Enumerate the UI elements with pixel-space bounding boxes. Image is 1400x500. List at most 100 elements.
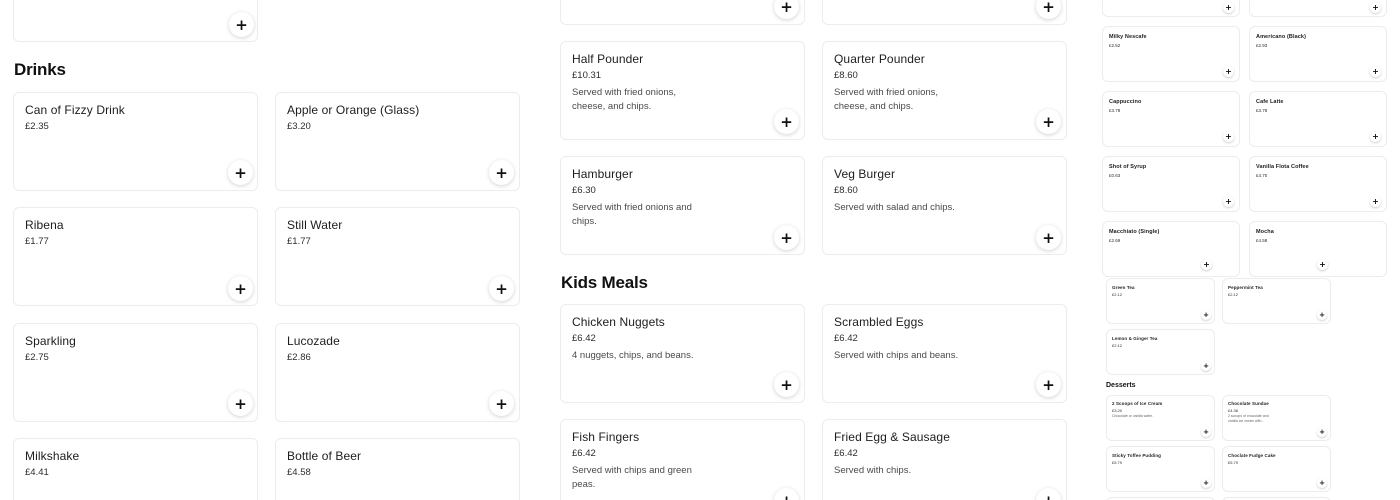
menu-item-card[interactable]: Fried Egg & Sausage £6.42 Served with ch… <box>822 419 1067 500</box>
item-name: Sparkling <box>25 334 76 348</box>
add-to-cart-button[interactable]: + <box>489 160 514 185</box>
menu-item-card-partial[interactable]: + <box>13 0 258 42</box>
menu-item-card[interactable]: Milky Nescafe £2.52 + <box>1102 26 1240 82</box>
item-name: Fried Egg & Sausage <box>834 430 950 444</box>
add-to-cart-button[interactable]: + <box>489 391 514 416</box>
menu-item-card[interactable]: Lemon & Ginger Tea £2.12 + <box>1106 329 1215 375</box>
item-name: Choclate Fudge Cake <box>1228 453 1276 458</box>
add-to-cart-button[interactable]: + <box>1036 0 1061 19</box>
add-to-cart-button[interactable]: + <box>1201 361 1211 371</box>
add-to-cart-button[interactable]: + <box>228 276 253 301</box>
add-to-cart-button[interactable]: + <box>228 160 253 185</box>
item-price: £6.42 <box>572 333 596 344</box>
add-to-cart-button[interactable]: + <box>1317 478 1327 488</box>
menu-item-card[interactable]: Green Tea £2.12 + <box>1106 278 1215 324</box>
menu-item-card[interactable]: Cappuccino £3.78 + <box>1102 91 1240 147</box>
item-description: Served with fried onions, cheese, and chi… <box>572 87 677 112</box>
menu-item-card[interactable]: Hamburger £6.30 Served with fried onions… <box>560 156 805 255</box>
item-price: £3.78 <box>1109 108 1121 113</box>
kids-meals-section-title: Kids Meals <box>561 273 648 292</box>
add-to-cart-button[interactable]: + <box>1223 2 1234 13</box>
add-to-cart-button[interactable]: + <box>1370 196 1381 207</box>
add-to-cart-button[interactable]: + <box>774 372 799 397</box>
menu-item-card[interactable]: Veg Burger £8.60 Served with salad and c… <box>822 156 1067 255</box>
menu-item-card[interactable]: Americano (Black) £2.93 + <box>1249 26 1387 82</box>
drinks-section-title: Drinks <box>14 60 66 79</box>
menu-item-card[interactable]: Apple or Orange (Glass) £3.20 + <box>275 92 520 191</box>
item-price: £3.20 <box>1112 408 1123 413</box>
add-to-cart-button[interactable]: + <box>1317 310 1327 320</box>
add-to-cart-button[interactable]: + <box>1370 66 1381 77</box>
menu-item-card-partial[interactable]: + <box>822 0 1067 25</box>
menu-item-card[interactable]: Chicken Nuggets £6.42 4 nuggets, chips, … <box>560 304 805 403</box>
menu-item-card[interactable]: Sparkling £2.75 + <box>13 323 258 422</box>
menu-item-card[interactable]: Can of Fizzy Drink £2.35 + <box>13 92 258 191</box>
menu-item-card[interactable]: Milkshake £4.41 <box>13 438 258 500</box>
add-to-cart-button[interactable]: + <box>1036 372 1061 397</box>
menu-item-card-partial[interactable]: + <box>1102 0 1240 17</box>
add-to-cart-button[interactable]: + <box>228 391 253 416</box>
menu-item-card-partial[interactable]: + <box>560 0 805 25</box>
add-to-cart-button[interactable]: + <box>1317 427 1327 437</box>
item-description: Served with fried onions and chips. <box>572 202 692 227</box>
add-to-cart-button[interactable]: + <box>229 12 254 37</box>
item-description: Served with fried onions, cheese, and chi… <box>834 87 939 112</box>
add-to-cart-button[interactable]: + <box>1317 259 1328 270</box>
add-to-cart-button[interactable]: + <box>1201 310 1211 320</box>
item-description: Served with chips and beans. <box>834 350 959 361</box>
add-to-cart-button[interactable]: + <box>489 276 514 301</box>
item-name: Milkshake <box>25 449 80 463</box>
menu-item-card[interactable]: 2 Scoops of Ice Cream £3.20 Chocolate or… <box>1106 395 1215 441</box>
add-to-cart-button[interactable]: + <box>774 109 799 134</box>
menu-item-card[interactable]: Shot of Syrup £0.63 + <box>1102 156 1240 212</box>
item-price: £4.58 <box>1256 238 1268 243</box>
item-name: Ribena <box>25 218 64 232</box>
add-to-cart-button[interactable]: + <box>1223 196 1234 207</box>
menu-item-card[interactable]: Fish Fingers £6.42 Served with chips and… <box>560 419 805 500</box>
add-to-cart-button[interactable]: + <box>774 225 799 250</box>
item-price: £5.79 <box>1228 460 1239 465</box>
menu-item-card[interactable]: Vanilla Flota Coffee £4.70 + <box>1249 156 1387 212</box>
add-to-cart-button[interactable]: + <box>1201 259 1212 270</box>
item-price: £8.60 <box>834 70 858 81</box>
add-to-cart-button[interactable]: + <box>1201 427 1211 437</box>
menu-item-card[interactable]: Lucozade £2.86 + <box>275 323 520 422</box>
menu-item-card[interactable]: Chocolate Sundae £4.36 2 scoops of choco… <box>1222 395 1331 441</box>
item-price: £2.12 <box>1112 343 1123 348</box>
item-name: Lemon & Ginger Tea <box>1112 336 1158 341</box>
item-price: £2.52 <box>1109 43 1121 48</box>
menu-item-card[interactable]: Mocha £4.58 + <box>1249 221 1387 277</box>
menu-item-card[interactable]: Sticky Toffee Pudding £5.79 + <box>1106 446 1215 492</box>
menu-item-card[interactable]: Scrambled Eggs £6.42 Served with chips a… <box>822 304 1067 403</box>
menu-item-card[interactable]: Peppermint Tea £2.12 + <box>1222 278 1331 324</box>
item-price: £1.77 <box>287 236 311 247</box>
item-price: £4.58 <box>287 467 311 478</box>
menu-item-card[interactable]: Quarter Pounder £8.60 Served with fried … <box>822 41 1067 140</box>
add-to-cart-button[interactable]: + <box>1223 131 1234 142</box>
menu-item-card-partial[interactable]: + <box>1249 0 1387 17</box>
menu-item-card[interactable]: Choclate Fudge Cake £5.79 + <box>1222 446 1331 492</box>
item-name: Cafe Latte <box>1256 99 1284 105</box>
menu-item-card[interactable]: Still Water £1.77 + <box>275 207 520 306</box>
item-name: Americano (Black) <box>1256 34 1306 40</box>
add-to-cart-button[interactable]: + <box>1036 488 1061 500</box>
item-price: £2.35 <box>25 121 49 132</box>
menu-item-card[interactable]: Ribena £1.77 + <box>13 207 258 306</box>
add-to-cart-button[interactable]: + <box>1370 131 1381 142</box>
menu-item-card[interactable]: Cafe Latte £3.78 + <box>1249 91 1387 147</box>
add-to-cart-button[interactable]: + <box>1370 2 1381 13</box>
item-name: 2 Scoops of Ice Cream <box>1112 401 1163 406</box>
add-to-cart-button[interactable]: + <box>1201 478 1211 488</box>
add-to-cart-button[interactable]: + <box>774 488 799 500</box>
item-name: Chicken Nuggets <box>572 315 665 329</box>
add-to-cart-button[interactable]: + <box>774 0 799 19</box>
item-description: Chocolate or vanilla wafer. <box>1112 414 1154 418</box>
menu-item-card[interactable]: Half Pounder £10.31 Served with fried on… <box>560 41 805 140</box>
menu-item-card[interactable]: Bottle of Beer £4.58 <box>275 438 520 500</box>
add-to-cart-button[interactable]: + <box>1223 66 1234 77</box>
menu-item-card[interactable]: Macchiato (Single) £2.69 + <box>1102 221 1240 277</box>
item-name: Veg Burger <box>834 167 896 181</box>
add-to-cart-button[interactable]: + <box>1036 225 1061 250</box>
add-to-cart-button[interactable]: + <box>1036 109 1061 134</box>
item-price: £4.36 <box>1228 408 1239 413</box>
